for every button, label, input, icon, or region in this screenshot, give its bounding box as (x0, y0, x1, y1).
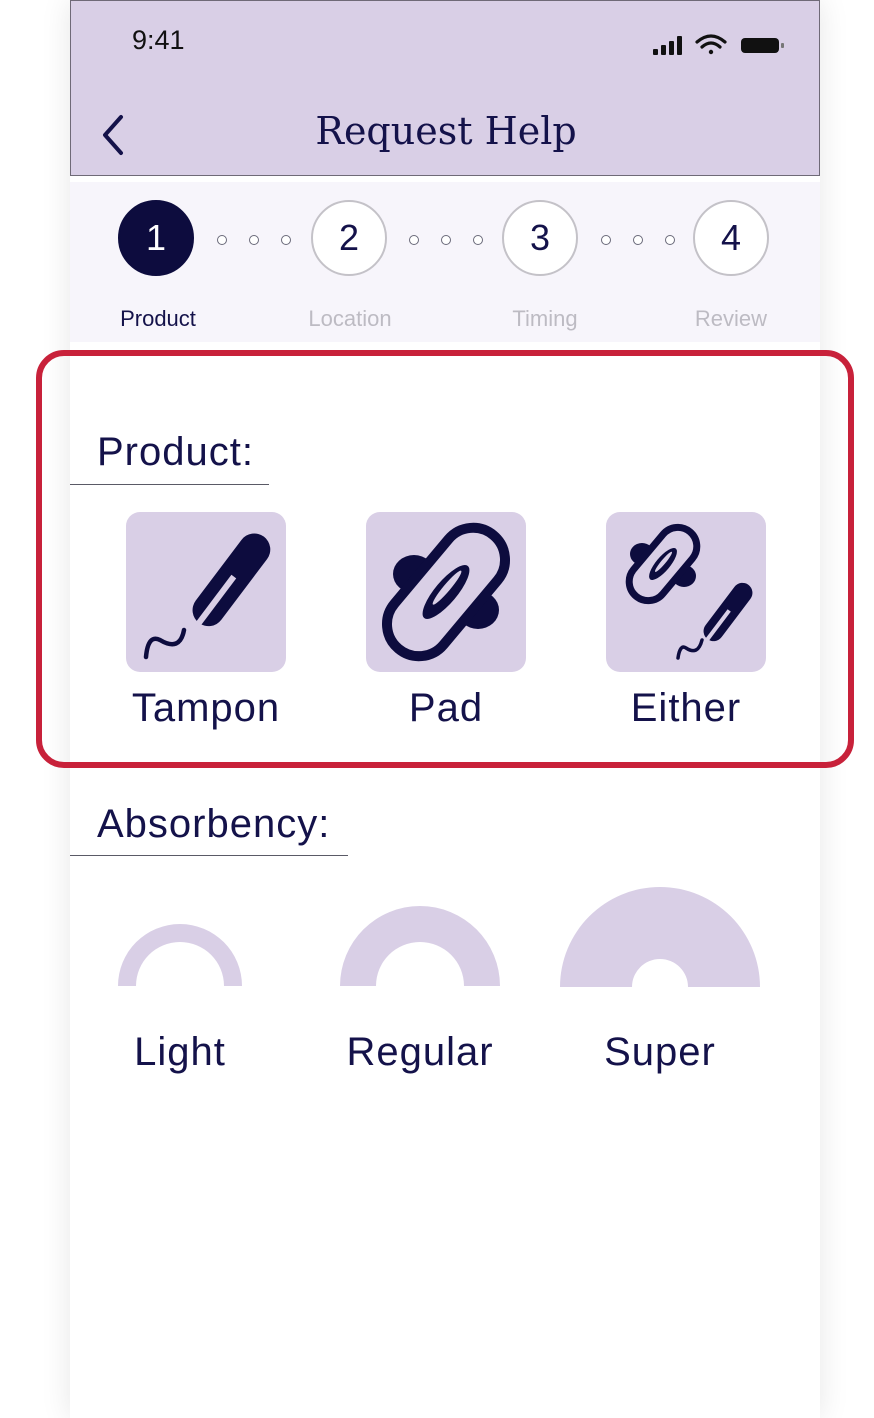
wifi-icon (695, 34, 727, 55)
status-time: 9:41 (132, 25, 185, 55)
absorbency-title-text: Absorbency: (97, 802, 331, 846)
step-connector-dot (217, 235, 227, 245)
page-title: Request Help (315, 109, 577, 153)
step-4-label: Review (694, 306, 768, 331)
step-connector-dot (633, 235, 643, 245)
absorbency-title-underline (70, 855, 348, 856)
step-connector-dot (441, 235, 451, 245)
status-icons (653, 34, 784, 55)
step-3-circle[interactable]: 3 (502, 200, 578, 276)
step-2-label: Location (308, 306, 392, 331)
battery-icon (741, 38, 784, 53)
product-section-highlight (36, 350, 854, 768)
step-connector-dot (409, 235, 419, 245)
step-connector-dot (473, 235, 483, 245)
step-connector-dot (665, 235, 675, 245)
super-label: Super (604, 1030, 716, 1074)
step-4-circle[interactable]: 4 (693, 200, 769, 276)
light-absorbency-icon[interactable] (118, 922, 242, 988)
light-label: Light (134, 1030, 226, 1074)
step-connector-dot (601, 235, 611, 245)
absorbency-section-title: Absorbency: (97, 802, 378, 854)
top-bar: 9:41 Request Help (70, 0, 820, 176)
step-1-circle[interactable]: 1 (118, 200, 194, 276)
step-2-circle[interactable]: 2 (311, 200, 387, 276)
step-3-label: Timing (512, 306, 578, 331)
signal-icon (653, 36, 682, 55)
super-absorbency-icon[interactable] (560, 886, 760, 988)
step-connector-dot (249, 235, 259, 245)
regular-label: Regular (346, 1030, 494, 1074)
step-connector-dot (281, 235, 291, 245)
progress-stepper: 1 2 3 4 Product Location Timing Review (70, 182, 820, 342)
regular-absorbency-icon[interactable] (340, 904, 500, 988)
step-1-label: Product (120, 306, 196, 331)
